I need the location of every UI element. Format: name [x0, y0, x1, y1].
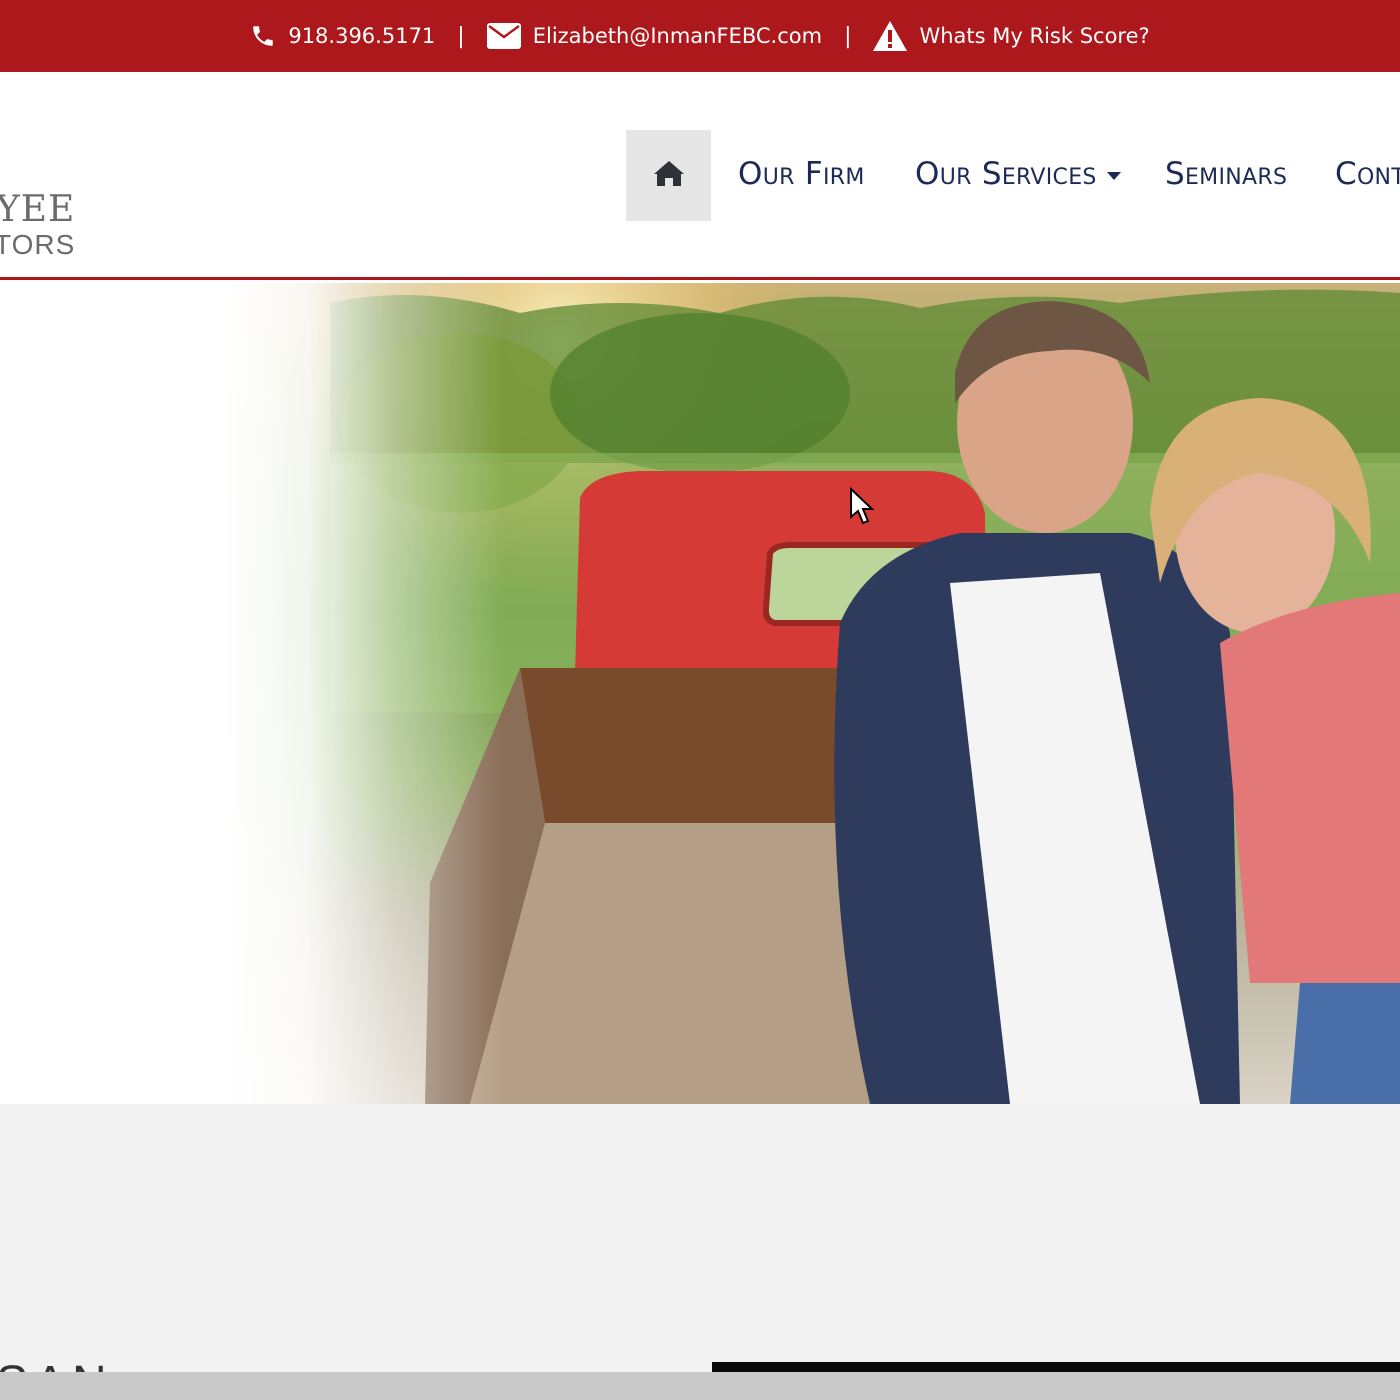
hero-image: [0, 283, 1400, 1104]
envelope-icon: [486, 23, 521, 49]
email-link[interactable]: Elizabeth@InmanFEBC.com: [486, 23, 823, 49]
caret-down-icon: [1106, 171, 1121, 180]
top-contact-bar: 918.396.5171 | Elizabeth@InmanFEBC.com |…: [0, 0, 1400, 72]
email-address: Elizabeth@InmanFEBC.com: [532, 24, 823, 48]
main-nav: Our Firm Our Services Seminars Cont: [0, 72, 1400, 280]
separator: |: [844, 23, 852, 49]
nav-our-firm[interactable]: Our Firm: [738, 156, 865, 192]
dark-panel: [712, 1362, 1400, 1372]
home-icon: [653, 159, 685, 192]
risk-score-link[interactable]: Whats My Risk Score?: [873, 21, 1150, 51]
site-header: YEE TORS Our Firm Our Services Seminars …: [0, 72, 1400, 280]
nav-our-services-label: Our Services: [915, 156, 1097, 192]
phone-icon: [250, 23, 276, 49]
nav-seminars[interactable]: Seminars: [1165, 156, 1287, 192]
content-section: [0, 1104, 1400, 1372]
separator: |: [457, 23, 465, 49]
warning-icon: [873, 21, 908, 51]
bottom-strip: [0, 1372, 1400, 1400]
nav-our-services[interactable]: Our Services: [915, 156, 1121, 192]
mouse-cursor-icon: [849, 486, 875, 530]
section-heading-clipped: SAN ZIMBABWE: [0, 1360, 420, 1372]
risk-score-label: Whats My Risk Score?: [919, 24, 1150, 48]
phone-link[interactable]: 918.396.5171: [250, 23, 435, 49]
section-heading: SAN ZIMBABWE: [0, 1360, 420, 1372]
phone-number: 918.396.5171: [288, 24, 436, 48]
hero-white-fade: [0, 283, 1400, 1104]
home-button[interactable]: [626, 130, 711, 221]
nav-contact[interactable]: Cont: [1335, 156, 1400, 192]
